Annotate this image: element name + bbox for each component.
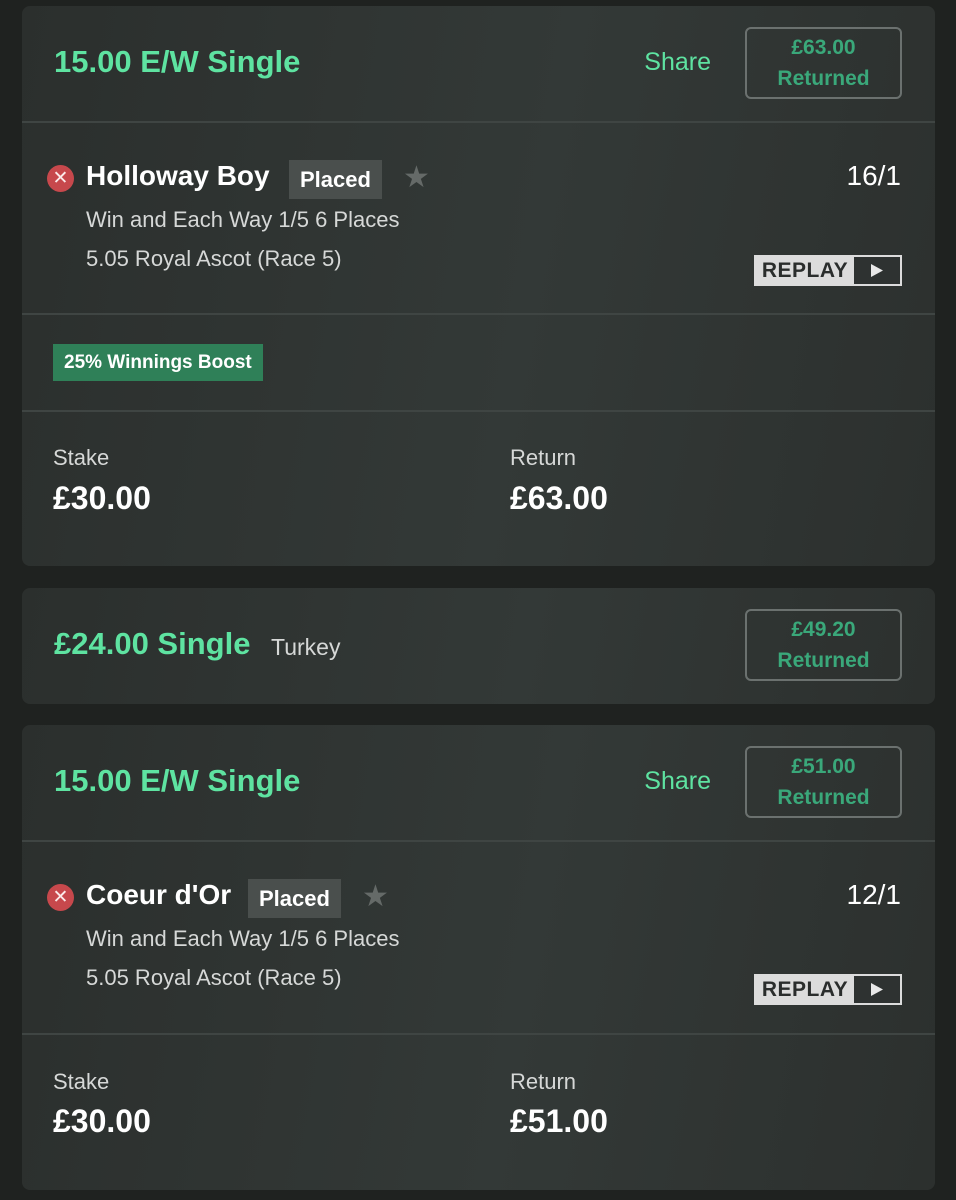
cross-icon: ✕ [47,165,74,192]
market-text: Win and Each Way 1/5 6 Places [86,926,400,951]
divider [22,1033,935,1035]
divider [22,410,935,412]
selection-name: Holloway Boy [86,160,270,191]
star-icon[interactable]: ★ [362,882,389,912]
play-icon [854,976,900,1003]
bet-title: 15.00 E/W Single [54,763,301,798]
stake-value: £30.00 [53,1103,151,1139]
returned-amount: £49.20 [791,618,856,641]
replay-label: REPLAY [761,977,849,1001]
event-text: 5.05 Royal Ascot (Race 5) [86,246,342,271]
return-label: Return [510,445,577,470]
return-label: Return [510,1069,577,1094]
bet-card: 15.00 E/W Single Share £63.00 Returned ✕… [22,6,935,566]
bet-title: £24.00 Single [54,626,251,661]
selection-name: Coeur d'Or [86,879,232,910]
event-text: 5.05 Royal Ascot (Race 5) [86,965,342,990]
stake-label: Stake [53,1069,110,1094]
play-icon [854,257,900,284]
divider [22,313,935,315]
returned-box: £49.20 Returned [745,609,902,681]
bet-card[interactable]: £24.00 Single Turkey £49.20 Returned [22,588,935,704]
cross-icon: ✕ [47,884,74,911]
share-link[interactable]: Share [644,48,711,77]
replay-label: REPLAY [761,258,849,282]
market-text: Win and Each Way 1/5 6 Places [86,207,400,232]
stake-value: £30.00 [53,480,151,516]
returned-label: Returned [777,649,870,672]
placed-badge: Placed [248,879,341,918]
returned-amount: £63.00 [791,36,856,59]
share-link[interactable]: Share [644,767,711,796]
selection-odds: 12/1 [846,879,902,910]
selection-odds: 16/1 [846,160,902,191]
replay-button[interactable]: REPLAY [754,255,902,286]
bet-title: 15.00 E/W Single [54,44,301,79]
winnings-boost-badge: 25% Winnings Boost [53,344,263,381]
replay-button[interactable]: REPLAY [754,974,902,1005]
return-value: £63.00 [510,480,608,516]
returned-box: £51.00 Returned [745,746,902,818]
divider [22,840,935,842]
stake-label: Stake [53,445,110,470]
bet-card: 15.00 E/W Single Share £51.00 Returned ✕… [22,725,935,1190]
returned-amount: £51.00 [791,755,856,778]
bet-note: Turkey [271,634,341,660]
divider [22,121,935,123]
returned-label: Returned [777,67,870,90]
returned-label: Returned [777,786,870,809]
star-icon[interactable]: ★ [403,163,430,193]
placed-badge: Placed [289,160,382,199]
return-value: £51.00 [510,1103,608,1139]
returned-box: £63.00 Returned [745,27,902,99]
